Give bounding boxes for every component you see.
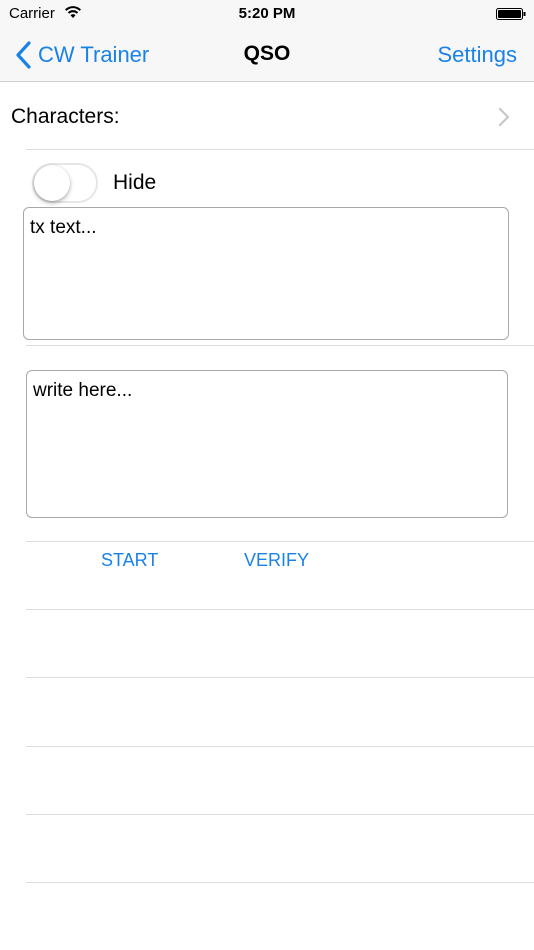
battery-icon xyxy=(496,8,526,20)
separator xyxy=(26,814,534,815)
start-button[interactable]: START xyxy=(101,550,158,571)
separator xyxy=(26,149,534,150)
characters-row[interactable]: Characters: xyxy=(0,83,534,149)
separator xyxy=(26,746,534,747)
characters-label: Characters: xyxy=(11,105,120,128)
separator xyxy=(26,345,534,346)
navigation-bar: CW Trainer QSO Settings xyxy=(0,28,534,82)
separator xyxy=(26,882,534,883)
separator xyxy=(26,609,534,610)
toggle-knob xyxy=(34,165,70,201)
write-text-area[interactable]: write here... xyxy=(26,370,508,518)
tx-text-placeholder: tx text... xyxy=(30,217,97,238)
qso-screen: Carrier 5:20 PM CW Trainer QSO Settings … xyxy=(0,0,534,950)
hide-toggle[interactable] xyxy=(32,163,98,203)
status-time: 5:20 PM xyxy=(238,5,296,22)
separator xyxy=(26,677,534,678)
write-text-placeholder: write here... xyxy=(33,380,133,401)
tx-text-area[interactable]: tx text... xyxy=(23,207,509,340)
separator xyxy=(26,541,534,542)
hide-label: Hide xyxy=(113,171,157,194)
chevron-right-icon xyxy=(498,107,510,127)
status-bar: Carrier 5:20 PM xyxy=(0,0,534,28)
settings-button[interactable]: Settings xyxy=(438,42,518,68)
verify-button[interactable]: VERIFY xyxy=(244,550,309,571)
